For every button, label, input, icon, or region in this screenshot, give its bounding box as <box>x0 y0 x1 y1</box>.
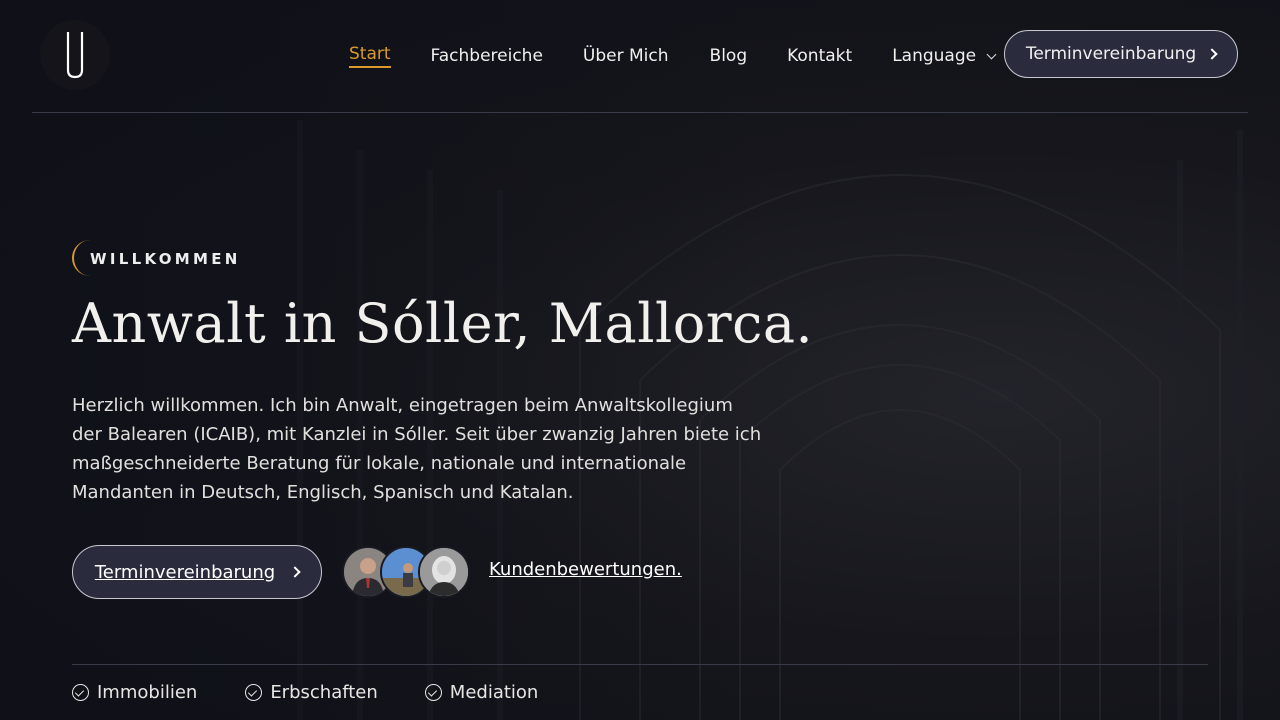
main-nav: Start Fachbereiche Über Mich Blog Kontak… <box>349 44 997 68</box>
feature-item-immobilien: Immobilien <box>72 682 197 703</box>
check-circle-icon <box>245 684 263 701</box>
feature-label: Immobilien <box>97 682 198 703</box>
hero-title: Anwalt in Sóller, Mallorca. <box>72 292 814 355</box>
hero-eyebrow: WILLKOMMEN <box>90 250 241 268</box>
header-appointment-button[interactable]: Terminvereinbarung <box>1004 30 1238 78</box>
chevron-down-icon <box>986 49 997 60</box>
header-appointment-label: Terminvereinbarung <box>1025 44 1197 64</box>
nav-item-kontakt[interactable]: Kontakt <box>787 46 852 66</box>
hero-description: Herzlich willkommen. Ich bin Anwalt, ein… <box>72 395 762 503</box>
check-circle-icon <box>72 684 89 701</box>
feature-item-mediation: Mediation <box>424 682 539 703</box>
features-divider <box>72 664 1208 665</box>
brand-logo[interactable] <box>40 20 110 90</box>
nav-item-blog[interactable]: Blog <box>710 46 748 66</box>
logo-mark-icon <box>66 32 84 79</box>
feature-label: Erbschaften <box>270 682 378 703</box>
client-photo-icon <box>420 548 468 596</box>
hero-appointment-label: Terminvereinbarung <box>94 561 276 583</box>
feature-item-erbschaften: Erbschaften <box>245 682 378 703</box>
chevron-right-icon <box>1206 48 1218 60</box>
feature-list: Immobilien Erbschaften Mediation <box>72 682 538 703</box>
customer-reviews-link[interactable]: Kundenbewertungen. <box>489 559 682 580</box>
feature-label: Mediation <box>449 682 539 703</box>
avatar <box>418 546 470 598</box>
header-divider <box>32 112 1248 113</box>
site-header: Start Fachbereiche Über Mich Blog Kontak… <box>0 0 1280 112</box>
language-label: Language <box>892 46 977 66</box>
language-dropdown[interactable]: Language <box>892 46 997 66</box>
nav-item-start[interactable]: Start <box>349 44 391 68</box>
chevron-right-icon <box>289 566 301 578</box>
nav-item-fachbereiche[interactable]: Fachbereiche <box>431 46 543 66</box>
client-avatars <box>342 546 472 598</box>
check-circle-icon <box>424 684 442 701</box>
hero-appointment-button[interactable]: Terminvereinbarung <box>72 545 322 599</box>
nav-item-ueber-mich[interactable]: Über Mich <box>583 46 669 66</box>
